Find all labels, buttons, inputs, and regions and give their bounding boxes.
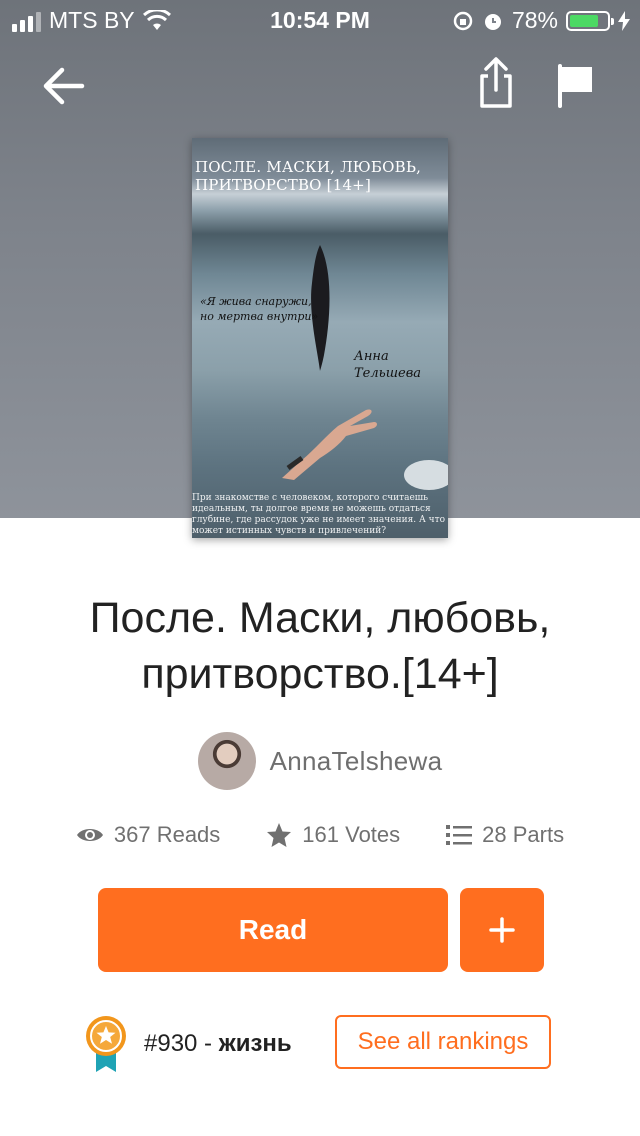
see-all-rankings-button[interactable]: See all rankings: [335, 1015, 551, 1069]
rank-text: #930 - жизнь: [144, 1030, 292, 1058]
rank-tag[interactable]: жизнь: [219, 1030, 292, 1057]
reads-stat: 367 Reads: [76, 822, 220, 848]
parts-count: 28 Parts: [482, 822, 565, 847]
cover-blurb: При знакомстве с человеком, которого счи…: [192, 493, 445, 536]
reads-count: 367 Reads: [113, 822, 221, 847]
votes-stat: 161 Votes: [266, 822, 400, 848]
medal-icon: [86, 1016, 126, 1072]
book-cover[interactable]: ПОСЛЕ. МАСКИ, ЛЮБОВЬ, ПРИТВОРСТВО [14+] …: [192, 138, 448, 538]
list-icon: [446, 825, 473, 845]
cover-quote: «Я жива снаружи, но мертва внутри»: [200, 295, 319, 323]
votes-count: 161 Votes: [302, 822, 401, 847]
back-arrow-icon[interactable]: [40, 62, 88, 110]
alarm-icon: [484, 13, 501, 30]
battery-percent: 78%: [511, 7, 558, 33]
story-stats: 367 Reads 161 Votes 28 Parts: [0, 822, 640, 848]
flag-icon[interactable]: [556, 62, 596, 110]
status-right: 78%: [452, 7, 630, 34]
story-title: После. Маски, любовь, притворство.[14+]: [89, 594, 551, 698]
rock-image: [404, 460, 448, 490]
star-icon: [267, 823, 292, 847]
eye-icon: [76, 829, 103, 841]
cover-title: ПОСЛЕ. МАСКИ, ЛЮБОВЬ, ПРИТВОРСТВО [14+]: [195, 158, 422, 194]
cover-author: Анна Тельшева: [354, 349, 422, 381]
read-button-label: Read: [238, 914, 308, 945]
see-all-rankings-label: See all rankings: [357, 1028, 529, 1055]
author-avatar[interactable]: [197, 732, 256, 790]
charging-bolt-icon: [618, 10, 630, 31]
status-bar: MTS BY 10:54 PM 78%: [0, 0, 640, 40]
rank-number: #930: [144, 1030, 198, 1057]
rank-separator: -: [197, 1030, 219, 1057]
ranking-row: #930 - жизнь See all rankings: [84, 1012, 564, 1076]
author-row[interactable]: AnnaTelshewa: [0, 732, 640, 790]
author-name[interactable]: AnnaTelshewa: [270, 746, 443, 777]
orientation-lock-icon: [453, 11, 473, 30]
battery-icon: [566, 10, 614, 31]
read-button[interactable]: Read: [98, 888, 448, 972]
share-icon[interactable]: [474, 56, 518, 110]
parts-stat: 28 Parts: [446, 822, 564, 848]
plus-icon: [489, 917, 515, 943]
add-to-library-button[interactable]: [460, 888, 544, 972]
hand-image: [282, 409, 377, 480]
